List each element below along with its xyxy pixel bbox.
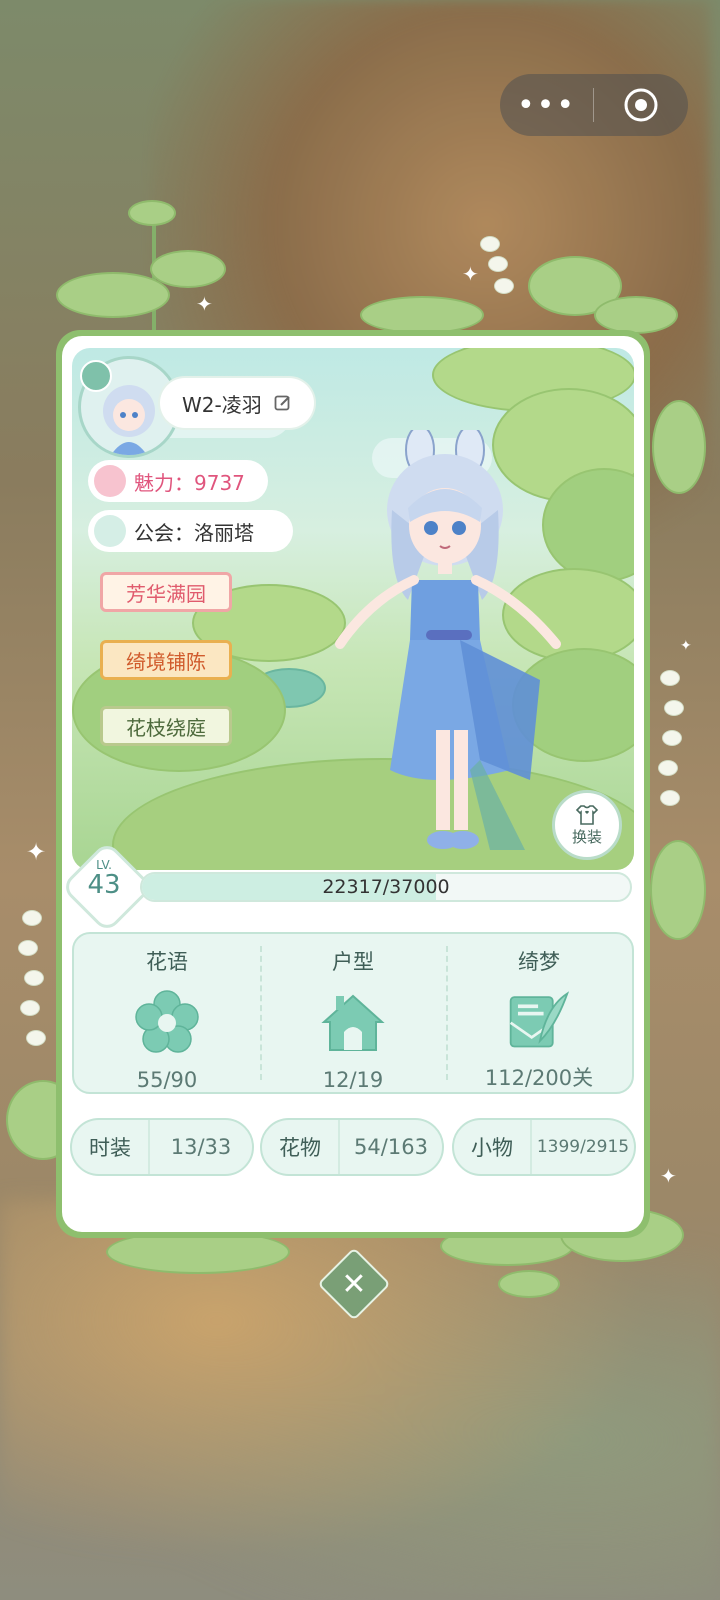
chip-label: 时装 <box>72 1120 150 1174</box>
change-outfit-label: 换装 <box>571 827 602 846</box>
sparkle-icon: ✦ <box>660 1164 677 1188</box>
collection-value: 112/200关 <box>484 1066 594 1090</box>
lily-bud <box>18 940 38 956</box>
title-banner-3[interactable]: 花枝绕庭 <box>100 706 232 746</box>
lily-bud <box>480 236 500 252</box>
xp-text: 22317/37000 <box>322 876 450 898</box>
sparkle-icon: ✦ <box>196 292 213 316</box>
leaf-decoration <box>56 272 170 318</box>
guild-value: 公会：洛丽塔 <box>134 520 254 545</box>
collection-flower-language[interactable]: 花语 55/90 <box>74 934 260 1092</box>
rose-icon <box>94 465 126 497</box>
leaf-decoration <box>360 296 484 334</box>
guild-icon <box>94 515 126 547</box>
leaf-decoration <box>650 840 706 940</box>
title-banner-2[interactable]: 绮境铺陈 <box>100 640 232 680</box>
more-menu-button[interactable]: ••• <box>500 74 593 136</box>
chip-label: 小物 <box>454 1120 532 1174</box>
close-miniprogram-button[interactable] <box>594 74 687 136</box>
lily-bud <box>488 256 508 272</box>
player-name-pill[interactable]: W2-凌羽 <box>160 378 314 428</box>
change-outfit-button[interactable]: 换装 <box>552 790 622 860</box>
gear-icon[interactable] <box>80 360 112 392</box>
sparkle-icon: ✦ <box>26 838 47 866</box>
collection-title: 户型 <box>332 950 374 974</box>
player-name: W2-凌羽 <box>182 392 262 417</box>
lily-bud <box>20 1000 40 1016</box>
leaf-decoration <box>498 1270 560 1298</box>
collection-title: 花语 <box>146 950 188 974</box>
lily-bud <box>658 760 678 776</box>
flower-icon <box>135 990 199 1053</box>
letter-feather-icon <box>509 991 570 1048</box>
level-text: LV. 43 <box>74 858 134 898</box>
level-number: 43 <box>87 870 121 900</box>
house-icon <box>321 994 385 1051</box>
charm-stat: 魅力：9737 <box>88 460 268 502</box>
close-icon[interactable]: ✕ <box>328 1258 380 1310</box>
chip-outfits[interactable]: 时装 13/33 <box>70 1118 254 1176</box>
target-icon <box>624 88 657 122</box>
lily-bud <box>24 970 44 986</box>
character-sprite <box>335 430 561 850</box>
sparkle-icon: ✦ <box>462 262 479 286</box>
collection-house-type[interactable]: 户型 12/19 <box>260 934 446 1092</box>
xp-progress-bar: 22317/37000 <box>140 872 632 902</box>
chip-value: 13/33 <box>170 1135 232 1159</box>
edit-icon[interactable] <box>274 394 292 412</box>
chip-value: 1399/2915 <box>536 1137 630 1157</box>
leaf-decoration <box>594 296 678 334</box>
collection-value: 12/19 <box>322 1068 384 1092</box>
chip-small-items[interactable]: 小物 1399/2915 <box>452 1118 636 1176</box>
tshirt-icon <box>575 804 599 825</box>
chip-value: 54/163 <box>354 1135 428 1159</box>
chip-label: 花物 <box>262 1120 340 1174</box>
collection-panel: 花语 55/90 户型 12/19 绮梦 112/200关 <box>72 932 634 1094</box>
collection-dream[interactable]: 绮梦 112/200关 <box>446 934 632 1092</box>
guild-stat[interactable]: 公会：洛丽塔 <box>88 510 293 552</box>
lily-bud <box>660 790 680 806</box>
leaf-decoration <box>128 200 176 226</box>
lily-bud <box>664 700 684 716</box>
chip-flowers[interactable]: 花物 54/163 <box>260 1118 444 1176</box>
lily-bud <box>494 278 514 294</box>
mini-program-capsule: ••• <box>500 74 688 136</box>
collection-value: 55/90 <box>136 1068 198 1092</box>
sparkle-icon: ✦ <box>680 638 692 654</box>
leaf-decoration <box>652 400 706 494</box>
lily-bud <box>660 670 680 686</box>
charm-value: 魅力：9737 <box>134 470 245 495</box>
lily-bud <box>662 730 682 746</box>
collection-title: 绮梦 <box>518 950 560 974</box>
lily-bud <box>26 1030 46 1046</box>
title-banner-1[interactable]: 芳华满园 <box>100 572 232 612</box>
lily-bud <box>22 910 42 926</box>
